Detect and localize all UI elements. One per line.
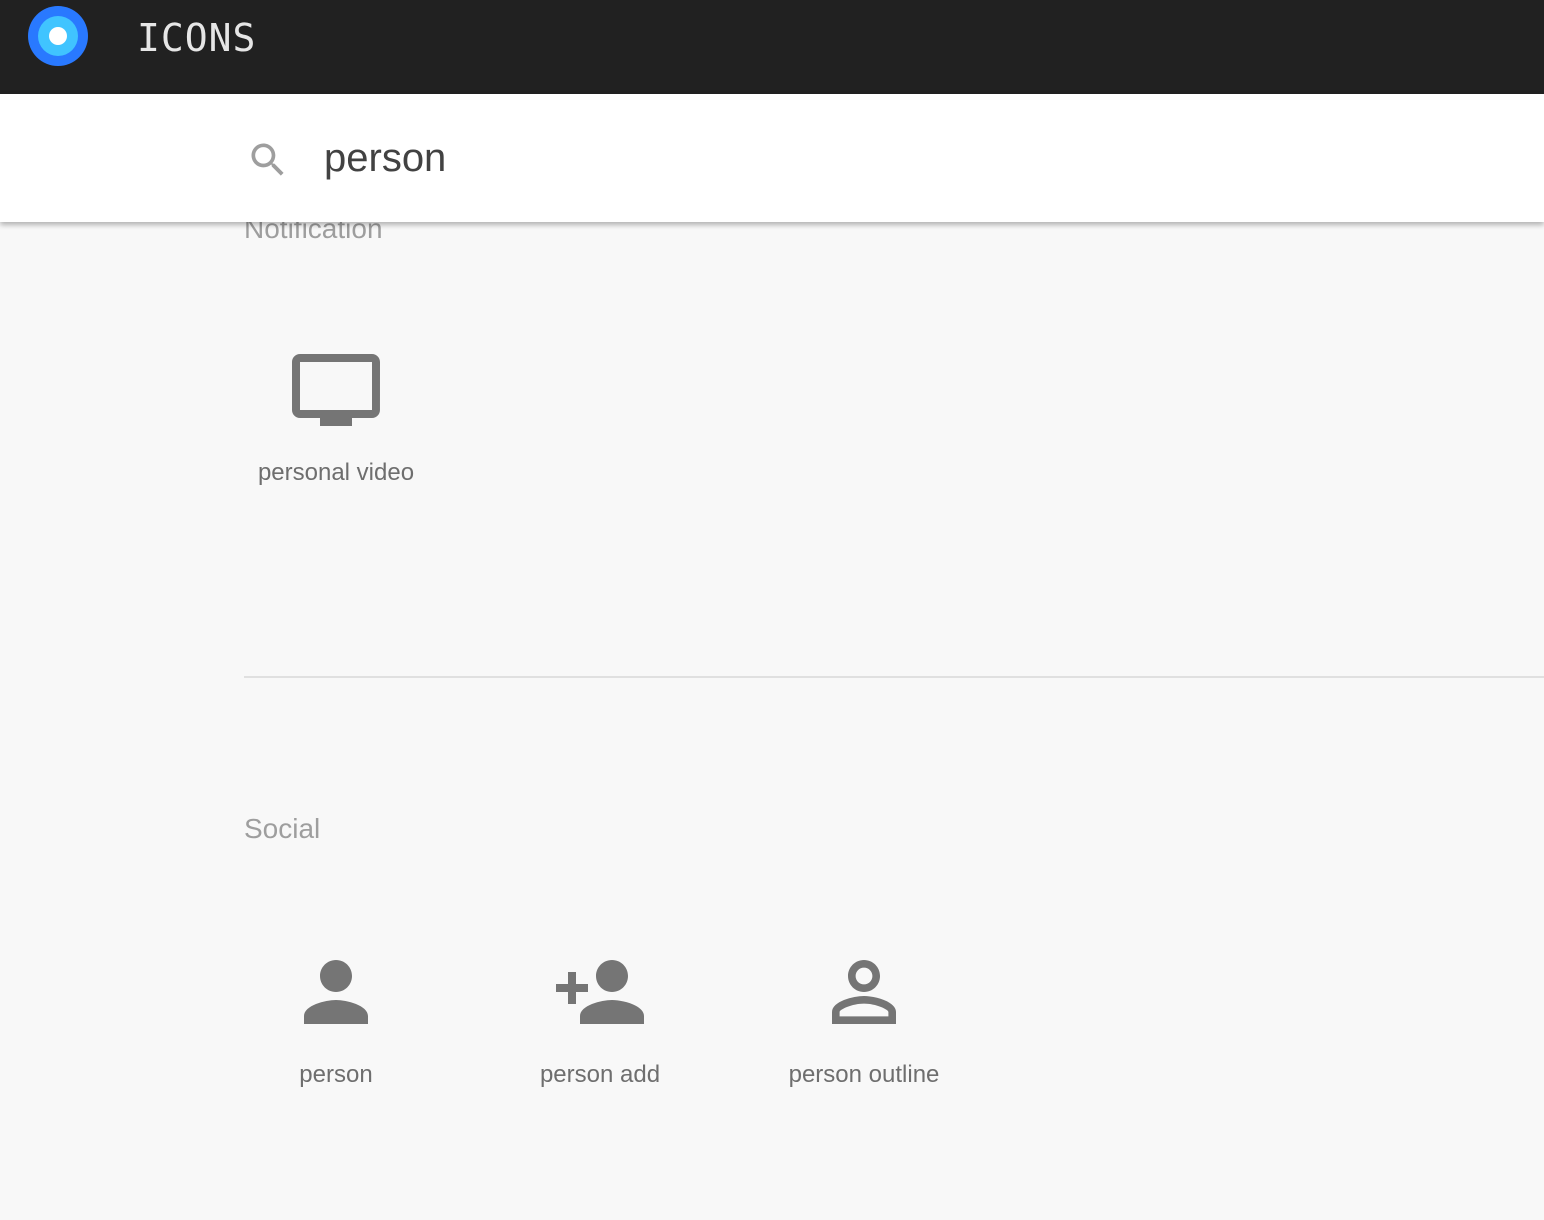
- search-icon: [251, 143, 284, 176]
- icon-label: person add: [539, 1061, 661, 1088]
- icon-tile-person-add[interactable]: person add: [480, 944, 720, 1134]
- icon-label: personal video: [257, 459, 415, 486]
- app-bar: ICONS: [0, 0, 1544, 94]
- app-title: ICONS: [137, 16, 257, 60]
- person-add-icon: [556, 960, 644, 1024]
- icon-label: person outline: [788, 1061, 940, 1088]
- search-bar: [0, 94, 1544, 222]
- person-icon: [304, 960, 368, 1024]
- app-logo-icon[interactable]: [28, 6, 88, 66]
- personal-video-icon: [292, 354, 380, 426]
- section-divider: [244, 676, 1544, 678]
- search-input[interactable]: [324, 132, 1424, 184]
- icon-tile-person[interactable]: person: [216, 944, 456, 1134]
- icon-tile-personal-video[interactable]: personal video: [216, 342, 456, 532]
- icon-label: person: [299, 1061, 373, 1088]
- person-outline-icon: [832, 960, 896, 1024]
- icon-tile-person-outline[interactable]: person outline: [744, 944, 984, 1134]
- section-heading-social: Social: [244, 813, 321, 844]
